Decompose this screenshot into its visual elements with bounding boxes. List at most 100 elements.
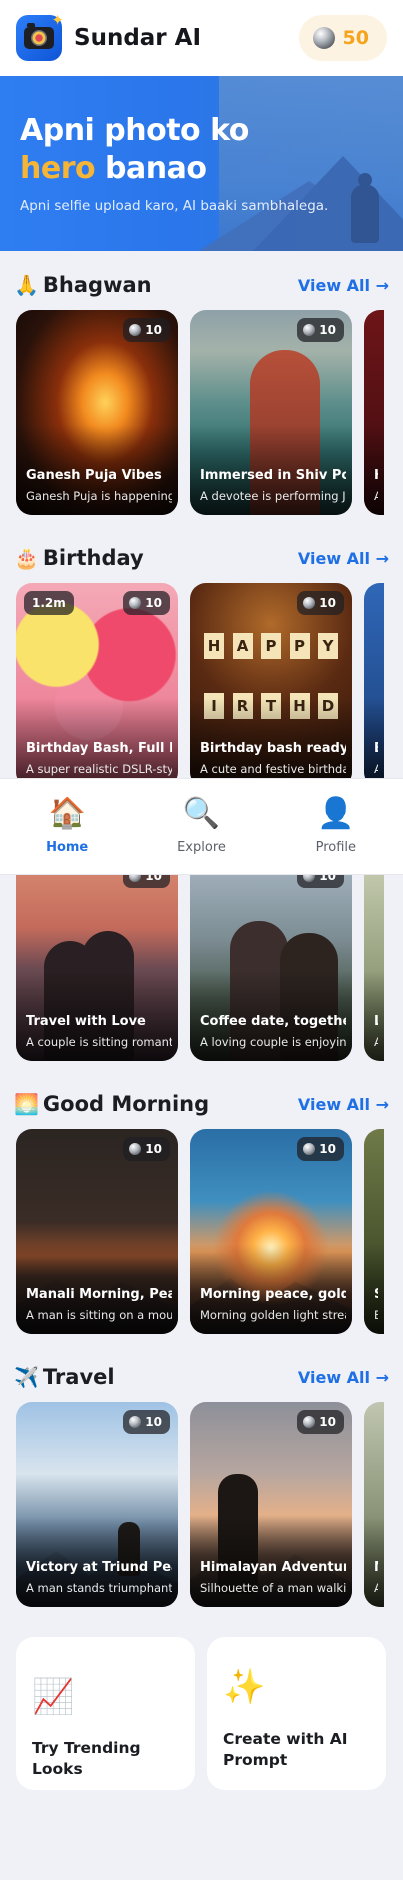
nav-label: Home [46,840,89,855]
template-card-partial[interactable]: Bi A [364,583,384,788]
view-all-link[interactable]: View All → [298,1368,389,1387]
card-title: Birthday Bash, Full Fu [26,741,172,756]
coin-icon [303,1416,316,1428]
card-title: Travel with Love [26,1014,146,1029]
coin-icon [129,597,142,609]
sparkle-icon: ✦ [51,11,64,29]
card-description: A loving couple is enjoying [200,1035,346,1049]
template-card[interactable]: 10 Victory at Triund Peal A man stands t… [16,1402,178,1607]
card-title: Morning peace, golde [200,1287,346,1302]
nav-label: Profile [315,840,357,855]
section-title: Birthday [42,546,144,570]
nav-explore[interactable]: 🔍 Explore [134,779,268,874]
template-card[interactable]: 10 Travel with Love A couple is sitting … [16,856,178,1061]
search-icon: 🔍 [182,796,221,831]
card-description: A couple is sitting romanti [26,1035,172,1049]
template-card[interactable]: 10 Manali Morning, Peac A man is sitting… [16,1129,178,1334]
tile-label: Try Trending Looks [32,1739,141,1778]
profile-icon: 👤 [317,796,355,831]
hero-title-highlight: hero [20,151,96,186]
template-card[interactable]: 10 Ganesh Puja Vibes Ganesh Puja is happ… [16,310,178,515]
card-description: A [374,489,378,503]
template-card-partial[interactable]: Su Be [364,1129,384,1334]
card-title: Coffee date, together [200,1014,346,1029]
price-badge: 10 [123,1410,170,1434]
template-card-partial[interactable]: M A [364,1402,384,1607]
view-all-link[interactable]: View All → [298,549,389,568]
section-title: Bhagwan [42,273,152,297]
hero-title: Apni photo ko hero banao [20,113,249,186]
camera-icon [24,23,54,49]
card-title: Ganesh Puja Vibes [26,468,162,483]
cake-icon: 🎂 [14,546,39,570]
coin-icon [312,27,335,49]
section-title: Travel [42,1365,115,1389]
sparkles-icon: ✨ [223,1667,266,1707]
card-title: M [374,1560,378,1575]
card-title: Bi [374,741,378,756]
coin-balance-badge[interactable]: 50 [298,15,387,61]
template-card[interactable]: 10 Coffee date, together A loving couple… [190,856,352,1061]
price-badge: 10 [297,1137,344,1161]
price-badge: 10 [123,1137,170,1161]
card-title: Himalayan Adventure [200,1560,346,1575]
coin-icon [303,597,316,609]
usage-count-badge: 1.2m [24,591,74,615]
card-description: A cute and festive birthda [200,762,346,776]
view-all-link[interactable]: View All → [298,1095,389,1114]
price-badge: 10 [123,318,170,342]
card-description: A [374,762,378,776]
card-title: Victory at Triund Peal [26,1560,172,1575]
card-description: Ganesh Puja is happening [26,489,172,503]
card-description: A man stands triumphant [26,1581,172,1595]
card-title: Manali Morning, Peac [26,1287,172,1302]
card-title: Su [374,1287,378,1302]
template-card[interactable]: HAPPY IRTHD 10 Birthday bash ready, A cu… [190,583,352,788]
hero-banner[interactable]: Apni photo ko hero banao Apni selfie upl… [0,76,403,251]
card-description: Silhouette of a man walkin [200,1581,346,1595]
app-title: Sundar AI [74,25,202,51]
ai-prompt-tile[interactable]: ✨ Create with AI Prompt [207,1637,386,1790]
price-badge: 10 [123,591,170,615]
folded-hands-icon: 🙏 [14,273,39,297]
card-description: A [374,1035,378,1049]
app-header: ✦ Sundar AI 50 [0,0,403,76]
template-card[interactable]: 10 Morning peace, golde Morning golden l… [190,1129,352,1334]
nav-profile[interactable]: 👤 Profile [269,779,403,874]
coin-icon [303,1143,316,1155]
trending-looks-tile[interactable]: 📈 Try Trending Looks [16,1637,195,1790]
card-title: H [374,468,378,483]
trending-chart-icon: 📈 [32,1677,75,1717]
nav-label: Explore [177,840,226,855]
view-all-link[interactable]: View All → [298,276,389,295]
card-description: A man is sitting on a moun [26,1308,172,1322]
app-logo[interactable]: ✦ [16,11,64,61]
coin-count: 50 [342,27,369,49]
sunrise-icon: 🌅 [14,1092,39,1116]
card-title: Immersed in Shiv Poo [200,468,346,483]
coin-icon [129,1143,142,1155]
template-card-partial[interactable]: Lo A [364,856,384,1061]
coin-icon [129,1416,142,1428]
happy-banner: HAPPY [204,633,338,659]
template-card[interactable]: 1.2m 10 Birthday Bash, Full Fu A super r… [16,583,178,788]
template-card[interactable]: 10 Himalayan Adventure Silhouette of a m… [190,1402,352,1607]
template-card-partial[interactable]: H A [364,310,384,515]
coin-icon [129,324,142,336]
airplane-icon: ✈️ [14,1365,39,1389]
card-description: Morning golden light strea [200,1308,346,1322]
nav-home[interactable]: 🏠 Home [0,779,134,874]
card-description: A [374,1581,378,1595]
price-badge: 10 [297,318,344,342]
card-title: Birthday bash ready, [200,741,346,756]
bottom-nav: 🏠 Home 🔍 Explore 👤 Profile [0,779,403,874]
coin-icon [303,324,316,336]
price-badge: 10 [297,1410,344,1434]
section-title: Good Morning [42,1092,210,1116]
price-badge: 10 [297,591,344,615]
template-card[interactable]: 10 Immersed in Shiv Poo A devotee is per… [190,310,352,515]
card-description: Be [374,1308,378,1322]
tile-label: Create with AI Prompt [223,1730,348,1769]
card-title: Lo [374,1014,378,1029]
card-description: A devotee is performing Je [200,489,346,503]
